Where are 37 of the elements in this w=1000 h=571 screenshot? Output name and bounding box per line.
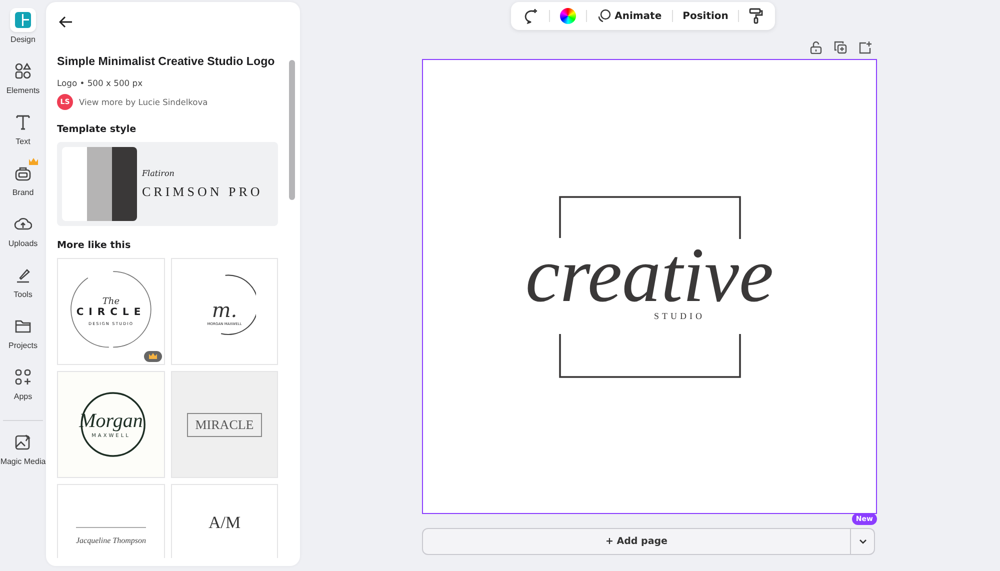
apps-icon xyxy=(14,368,32,386)
unlock-icon[interactable] xyxy=(810,41,822,54)
duplicate-icon[interactable] xyxy=(834,41,847,54)
boxed-logo-text: MIRACLE xyxy=(187,412,262,436)
template-thumbnail[interactable]: A/M xyxy=(171,484,278,558)
position-button[interactable]: Position xyxy=(678,8,732,24)
sidebar-item[interactable]: Apps xyxy=(0,365,46,416)
template-style-card[interactable]: Flatiron CRIMSON PRO xyxy=(57,142,278,226)
back-button[interactable] xyxy=(58,14,74,30)
animate-icon xyxy=(596,9,611,23)
logo-script-text: creative xyxy=(525,243,774,307)
add-page-icon[interactable] xyxy=(859,41,872,54)
template-thumbnail[interactable]: MIRACLE xyxy=(171,371,278,478)
template-meta: Logo • 500 x 500 px xyxy=(57,78,144,88)
template-thumbnail[interactable]: Jacqueline Thompson xyxy=(57,484,165,558)
sidebar-item[interactable]: Text xyxy=(0,110,46,161)
sidebar-item[interactable]: Design xyxy=(0,8,46,59)
font-sample: CRIMSON PRO xyxy=(142,184,263,200)
text-icon xyxy=(14,113,32,131)
section-heading: Template style xyxy=(57,124,138,135)
image-sparkle-icon xyxy=(14,433,32,451)
sidebar-item[interactable]: Magic Media xyxy=(0,430,46,481)
sidebar-item[interactable]: Projects xyxy=(0,314,46,365)
logo-subtitle: STUDIO xyxy=(654,311,705,322)
template-title: Simple Minimalist Creative Studio Logo xyxy=(57,55,276,68)
layout-icon xyxy=(14,11,32,29)
animate-button[interactable]: Animate xyxy=(592,7,666,25)
script-font-sample: Flatiron xyxy=(142,168,176,178)
sidebar-item[interactable]: Brand xyxy=(0,161,46,212)
author-link[interactable]: View more by Lucie Sindelkova xyxy=(79,97,208,107)
sidebar-item[interactable]: Elements xyxy=(0,59,46,110)
section-heading: More like this xyxy=(57,240,132,251)
shapes-icon xyxy=(14,62,32,80)
sidebar-item[interactable]: Tools xyxy=(0,263,46,314)
add-page-button[interactable]: + Add page xyxy=(422,528,851,555)
chevron-down-icon xyxy=(858,539,866,544)
sidebar-item[interactable]: Uploads xyxy=(0,212,46,263)
